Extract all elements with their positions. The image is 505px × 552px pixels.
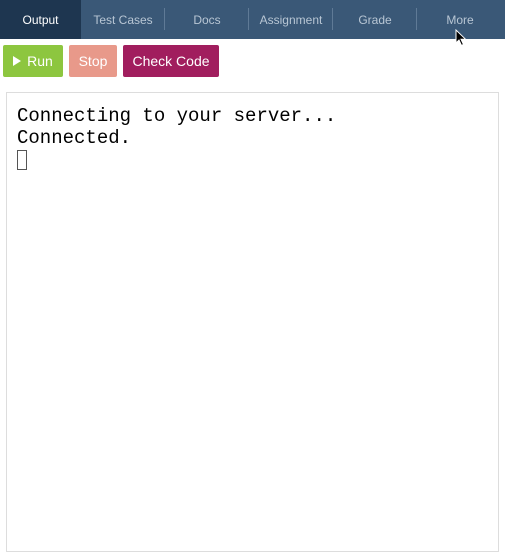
play-icon [13,56,22,66]
stop-button[interactable]: Stop [69,45,117,77]
tab-output[interactable]: Output [0,0,81,39]
console-line: Connected. [17,127,132,149]
tab-output-label: Output [22,12,59,27]
check-code-button-label: Check Code [132,53,210,69]
toolbar: Run Stop Check Code [3,45,219,77]
tab-assignment-label: Assignment [259,12,323,27]
tab-bar: Output Test Cases Docs Assignment Grade … [0,0,505,39]
check-code-button[interactable]: Check Code [123,45,219,77]
tab-grade-label: Grade [358,12,392,27]
tab-test-cases[interactable]: Test Cases [81,0,165,39]
mouse-pointer-icon [455,29,467,47]
console-line: Connecting to your server... [17,105,337,127]
tab-docs[interactable]: Docs [165,0,249,39]
tab-assignment[interactable]: Assignment [249,0,333,39]
output-console[interactable]: Connecting to your server... Connected. [6,92,499,552]
console-caret[interactable] [17,150,27,170]
tab-more-label: More [446,12,474,27]
stop-button-label: Stop [78,53,108,69]
tab-docs-label: Docs [193,12,221,27]
tab-test-cases-label: Test Cases [93,12,153,27]
tab-grade[interactable]: Grade [333,0,417,39]
run-button-label: Run [27,53,53,69]
run-button[interactable]: Run [3,45,63,77]
